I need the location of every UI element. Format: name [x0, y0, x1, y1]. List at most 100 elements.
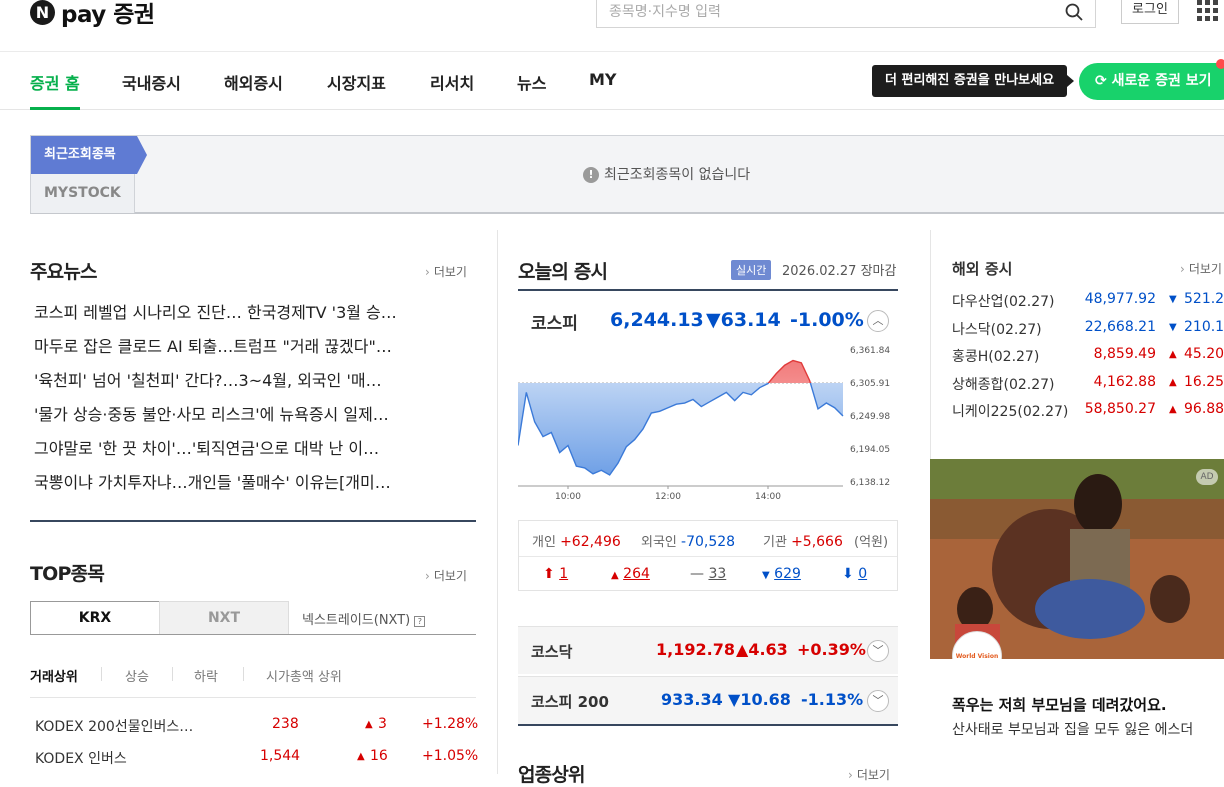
recent-empty-message: ! 최근조회종목이 없습니다: [583, 164, 750, 184]
nxt-description: 넥스트레이드(NXT) ?: [302, 609, 426, 628]
news-item[interactable]: 마두로 잡은 클로드 AI 퇴출…트럼프 "거래 끊겠다"…: [34, 333, 474, 357]
market-status: 장마감: [860, 264, 897, 279]
nav-my[interactable]: MY: [589, 70, 617, 110]
overseas-row[interactable]: 나스닥(02.27) 22,668.21 ▼ 210.17: [952, 319, 1224, 341]
subtab-market-cap[interactable]: 시가총액 상위: [266, 666, 342, 685]
recent-empty-text: 최근조회종목이 없습니다: [604, 167, 751, 183]
breadth-down[interactable]: ▼ 629: [762, 566, 801, 582]
x-tick-label: 14:00: [755, 492, 781, 502]
index-value: 4,162.88: [1093, 373, 1156, 390]
login-button[interactable]: 로그인: [1121, 0, 1179, 24]
top-more-link[interactable]: 더보기: [425, 567, 467, 584]
search-icon[interactable]: [1065, 3, 1083, 21]
index-change: 45.20: [1184, 346, 1224, 362]
top-stocks-title: TOP종목: [30, 563, 105, 585]
stock-rate: +1.28%: [422, 716, 479, 732]
nav-domestic[interactable]: 국내증시: [122, 70, 181, 110]
subtab-rise[interactable]: 상승: [125, 666, 149, 685]
kosdaq-change-value: 4.63: [748, 640, 788, 659]
ad-image[interactable]: AD World Vision: [930, 459, 1224, 659]
kosdaq-rate: +0.39%: [797, 640, 866, 659]
kospi200-value: 933.34: [661, 690, 723, 709]
y-tick-label: 6,249.98: [850, 412, 890, 422]
nav-overseas[interactable]: 해외증시: [224, 70, 283, 110]
index-value: 48,977.92: [1084, 291, 1156, 307]
divider: [30, 697, 476, 698]
up-triangle-icon: ▲: [1169, 404, 1177, 415]
news-item[interactable]: 그야말로 '한 끗 차이'…'퇴직연금'으로 대박 난 이…: [34, 435, 474, 459]
divider: [30, 520, 476, 522]
index-name: 다우산업(02.27): [952, 294, 1055, 310]
stock-change: 16: [370, 748, 388, 764]
apps-grid-icon[interactable]: [1197, 0, 1219, 22]
news-item[interactable]: 코스피 레벨업 시나리오 진단… 한국경제TV '3월 승…: [34, 299, 474, 323]
kospi-label[interactable]: 코스피: [531, 309, 578, 334]
divider: [30, 634, 476, 635]
chevron-up-icon: ︿: [872, 314, 884, 327]
index-name: 상해종합(02.27): [952, 376, 1055, 393]
market-date: 2026.02.27 장마감: [782, 260, 896, 279]
tab-mystock[interactable]: MYSTOCK: [31, 174, 135, 213]
index-value: 22,668.21: [1084, 318, 1156, 335]
overseas-row[interactable]: 홍콩H(02.27) 8,859.49 ▲ 45.20: [952, 346, 1224, 368]
kosdaq-label: 코스닥: [531, 643, 573, 661]
kosdaq-change: ▲4.63: [736, 640, 788, 659]
up-triangle-icon: ▲: [1169, 376, 1177, 388]
subtab-volume[interactable]: 거래상위: [30, 666, 78, 685]
ad-text[interactable]: 폭우는 저희 부모님을 데려갔어요. 산사태로 부모님과 집을 모두 잃은 에스…: [952, 694, 1224, 741]
y-tick-label: 6,361.84: [850, 346, 890, 356]
search-input[interactable]: [609, 1, 1049, 23]
new-stock-button[interactable]: ⟳ 새로운 증권 보기: [1079, 63, 1224, 100]
naver-logo-icon[interactable]: N: [30, 0, 55, 25]
tab-krx[interactable]: KRX: [30, 601, 160, 635]
info-icon: !: [583, 167, 599, 183]
breadth-upper[interactable]: ⬆ 1: [543, 566, 568, 582]
chevron-down-icon: ﹀: [872, 694, 884, 707]
news-more-link[interactable]: 더보기: [425, 263, 467, 280]
index-value: 58,850.27: [1084, 401, 1156, 417]
expand-button[interactable]: ﹀: [867, 690, 889, 712]
expand-button[interactable]: ﹀: [867, 640, 889, 662]
market-title: 오늘의 증시: [518, 261, 608, 283]
tab-recent[interactable]: 최근조회종목: [31, 136, 147, 174]
index-change: 521.28: [1184, 291, 1224, 307]
nav-news[interactable]: 뉴스: [517, 70, 546, 110]
nav-research[interactable]: 리서치: [430, 70, 474, 110]
tab-nxt[interactable]: NXT: [159, 601, 289, 635]
breadth-lower[interactable]: ⬇ 0: [842, 566, 867, 582]
search-box[interactable]: [596, 0, 1096, 28]
logo-text[interactable]: pay 증권: [61, 0, 155, 29]
promo-tooltip: 더 편리해진 증권을 만나보세요: [872, 65, 1075, 97]
news-item[interactable]: 국뽕이냐 가치투자냐…개인들 '풀매수' 이유는[개미…: [34, 469, 474, 493]
subtab-fall[interactable]: 하락: [194, 666, 218, 685]
overseas-row[interactable]: 상해종합(02.27) 4,162.88 ▲ 16.25: [952, 374, 1224, 396]
stock-name[interactable]: KODEX 인버스: [35, 748, 127, 768]
news-item[interactable]: '물가 상승·중동 불안·사모 리스크'에 뉴욕증시 일제…: [34, 401, 474, 425]
index-change: 16.25: [1184, 373, 1224, 390]
index-change: 210.17: [1184, 318, 1224, 335]
overseas-more-link[interactable]: 더보기: [1180, 260, 1222, 277]
nav-stock-home[interactable]: 증권 홈: [30, 70, 80, 110]
down-triangle-icon: ▼: [1169, 321, 1177, 333]
nav-indicators[interactable]: 시장지표: [327, 70, 386, 110]
kospi-rate: -1.00%: [790, 309, 864, 331]
news-item[interactable]: '육천피' 넘어 '칠천피' 간다?…3~4월, 외국인 '매…: [34, 367, 474, 391]
new-stock-label: 새로운 증권 보기: [1111, 73, 1212, 89]
overseas-row[interactable]: 다우산업(02.27) 48,977.92 ▼ 521.28: [952, 291, 1224, 313]
down-triangle-icon: ▼: [762, 570, 770, 581]
table-row[interactable]: KODEX 인버스 1,544 ▲ 16 +1.05%: [30, 740, 478, 772]
x-tick-label: 12:00: [655, 492, 681, 502]
breadth-flat[interactable]: — 33: [690, 566, 726, 582]
index-value: 8,859.49: [1093, 346, 1156, 362]
collapse-button[interactable]: ︿: [867, 310, 889, 332]
kospi200-row[interactable]: 코스피 200 933.34 ▼10.68 -1.13% ﹀: [518, 676, 898, 726]
overseas-row[interactable]: 니케이225(02.27) 58,850.27 ▲ 96.88: [952, 401, 1224, 423]
sector-more-link[interactable]: 더보기: [848, 766, 890, 783]
stock-name[interactable]: KODEX 200선물인버스…: [35, 716, 193, 736]
breadth-up[interactable]: ▲ 264: [611, 566, 650, 582]
help-icon[interactable]: ?: [414, 616, 426, 627]
arrow-down-icon: ⬇: [842, 566, 854, 582]
table-row[interactable]: KODEX 200선물인버스… 238 ▲ 3 +1.28%: [30, 708, 479, 740]
kosdaq-row[interactable]: 코스닥 1,192.78 ▲4.63 +0.39% ﹀: [518, 626, 898, 674]
down-triangle-icon: ▼: [728, 690, 741, 709]
